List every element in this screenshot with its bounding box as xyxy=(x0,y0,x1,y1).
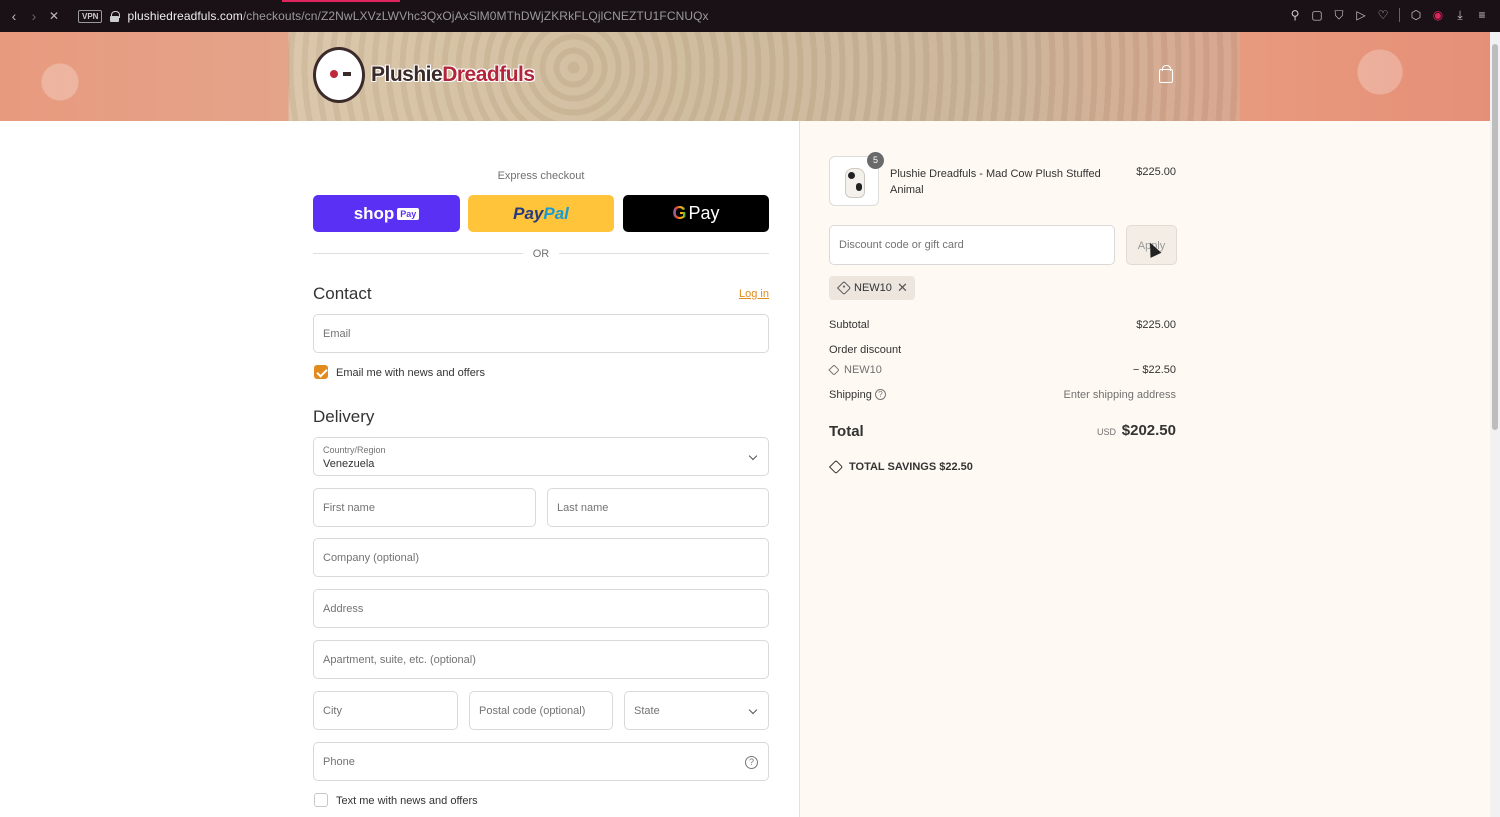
help-icon[interactable]: ? xyxy=(745,756,758,769)
sms-label: Text me with news and offers xyxy=(336,795,478,807)
company-field[interactable]: Company (optional) xyxy=(313,538,769,577)
tag-icon xyxy=(836,280,852,296)
quantity-badge: 5 xyxy=(867,152,884,169)
applied-discount-code: NEW10 xyxy=(854,282,892,294)
email-placeholder: Email xyxy=(323,328,351,340)
address-field[interactable]: Address xyxy=(313,589,769,628)
first-name-field[interactable]: First name xyxy=(313,488,536,527)
pin-icon[interactable]: ⚲ xyxy=(1289,8,1301,23)
shopping-bag-icon[interactable] xyxy=(1159,65,1173,83)
last-name-field[interactable]: Last name xyxy=(547,488,769,527)
apartment-field[interactable]: Apartment, suite, etc. (optional) xyxy=(313,640,769,679)
discount-code-input[interactable]: Discount code or gift card xyxy=(829,225,1115,265)
contact-heading: Contact xyxy=(313,284,372,303)
phone-placeholder: Phone xyxy=(323,756,355,768)
total-savings-label: TOTAL SAVINGS xyxy=(849,461,937,473)
country-value: Venezuela xyxy=(323,458,375,470)
forward-icon[interactable]: › xyxy=(24,8,44,24)
total-currency: USD xyxy=(1097,427,1117,437)
url-host: plushiedreadfuls.com xyxy=(127,9,243,23)
company-placeholder: Company (optional) xyxy=(323,552,419,564)
total-value: $202.50 xyxy=(1121,422,1176,439)
product-name: Plushie Dreadfuls - Mad Cow Plush Stuffe… xyxy=(890,168,1101,196)
address-placeholder: Address xyxy=(323,603,364,615)
subtotal-label: Subtotal xyxy=(829,319,870,331)
play-icon[interactable]: ▷ xyxy=(1355,8,1367,23)
applied-discount-chip: NEW10 ✕ xyxy=(829,276,915,300)
state-select[interactable]: State xyxy=(624,691,769,730)
paypal-text-part1: Pay xyxy=(513,203,544,223)
logo-mark-icon xyxy=(313,47,365,103)
google-pay-button[interactable]: G Pay xyxy=(623,195,769,232)
url-path: /checkouts/cn/Z2NwLXVzLWVhc3QxOjAxSlM0MT… xyxy=(242,9,709,23)
google-g-icon: G xyxy=(672,203,687,223)
paypal-button[interactable]: Pay Pal xyxy=(468,195,614,232)
country-select[interactable]: Country/Region Venezuela xyxy=(313,437,769,476)
order-discount-value: − $22.50 xyxy=(1132,364,1176,376)
chevron-down-icon xyxy=(748,705,758,715)
shop-pay-tag: Pay xyxy=(397,207,420,220)
logo-text-part1: Plushie xyxy=(371,63,443,86)
phone-field[interactable]: Phone ? xyxy=(313,742,769,781)
city-placeholder: City xyxy=(323,705,342,717)
remove-discount-icon[interactable]: ✕ xyxy=(897,280,908,296)
vpn-badge[interactable]: VPN xyxy=(78,9,103,23)
google-pay-text: Pay xyxy=(688,203,720,223)
store-banner xyxy=(0,32,1490,121)
heart-icon[interactable]: ♡ xyxy=(1377,8,1389,23)
chevron-down-icon xyxy=(748,451,758,461)
shipping-value: Enter shipping address xyxy=(1063,389,1176,401)
lock-icon[interactable] xyxy=(110,10,121,22)
store-logo[interactable]: PlushieDreadfuls xyxy=(313,47,535,103)
shipping-label: Shipping xyxy=(829,389,872,401)
or-label: OR xyxy=(532,248,550,260)
page-scrollbar[interactable] xyxy=(1490,32,1500,817)
country-label: Country/Region xyxy=(323,445,386,455)
last-name-placeholder: Last name xyxy=(557,502,609,514)
discount-placeholder: Discount code or gift card xyxy=(839,239,964,251)
profile-icon[interactable]: ◉ xyxy=(1432,8,1444,23)
paypal-text-part2: Pal xyxy=(543,203,569,223)
newsletter-checkbox[interactable] xyxy=(314,365,328,379)
active-tab-indicator xyxy=(282,0,400,2)
order-discount-code: NEW10 xyxy=(844,364,882,376)
express-checkout-label: Express checkout xyxy=(497,170,585,182)
browser-extension-bar: ⚲ ▢ ⛉ ▷ ♡ ⬡ ◉ ⤓ ≡ xyxy=(1289,8,1488,23)
back-icon[interactable]: ‹ xyxy=(4,8,24,24)
download-icon[interactable]: ⤓ xyxy=(1454,8,1466,23)
menu-icon[interactable]: ≡ xyxy=(1476,8,1488,23)
order-discount-label: Order discount xyxy=(829,344,902,356)
login-link[interactable]: Log in xyxy=(739,288,769,300)
scrollbar-thumb[interactable] xyxy=(1492,44,1498,430)
city-field[interactable]: City xyxy=(313,691,458,730)
sms-checkbox[interactable] xyxy=(314,793,328,807)
subtotal-value: $225.00 xyxy=(1136,319,1176,331)
shop-pay-button[interactable]: shop Pay xyxy=(313,195,460,232)
shop-pay-text: shop xyxy=(353,203,395,223)
total-label: Total xyxy=(829,423,864,440)
postal-code-placeholder: Postal code (optional) xyxy=(479,705,586,717)
logo-text: PlushieDreadfuls xyxy=(371,63,535,87)
delivery-heading: Delivery xyxy=(313,407,375,426)
apartment-placeholder: Apartment, suite, etc. (optional) xyxy=(323,654,476,666)
logo-text-part2: Dreadfuls xyxy=(442,63,535,86)
extensions-icon[interactable]: ⬡ xyxy=(1410,8,1422,23)
browser-toolbar: ‹ › ✕ VPN plushiedreadfuls.com/checkouts… xyxy=(0,0,1500,32)
toolbar-divider xyxy=(1399,8,1400,22)
total-savings-value: $22.50 xyxy=(939,461,973,473)
address-bar[interactable]: plushiedreadfuls.com/checkouts/cn/Z2NwLX… xyxy=(127,9,708,23)
stop-loading-icon[interactable]: ✕ xyxy=(44,9,64,23)
state-placeholder: State xyxy=(634,705,660,717)
postal-code-field[interactable]: Postal code (optional) xyxy=(469,691,613,730)
shield-icon[interactable]: ⛉ xyxy=(1333,8,1345,23)
cow-plush-image xyxy=(845,168,865,198)
newsletter-label: Email me with news and offers xyxy=(336,367,485,379)
email-field[interactable]: Email xyxy=(313,314,769,353)
total-savings: TOTAL SAVINGS $22.50 xyxy=(849,461,973,473)
snapshot-icon[interactable]: ▢ xyxy=(1311,8,1323,23)
first-name-placeholder: First name xyxy=(323,502,375,514)
info-icon[interactable]: ? xyxy=(875,389,886,400)
product-price: $225.00 xyxy=(1136,166,1176,178)
